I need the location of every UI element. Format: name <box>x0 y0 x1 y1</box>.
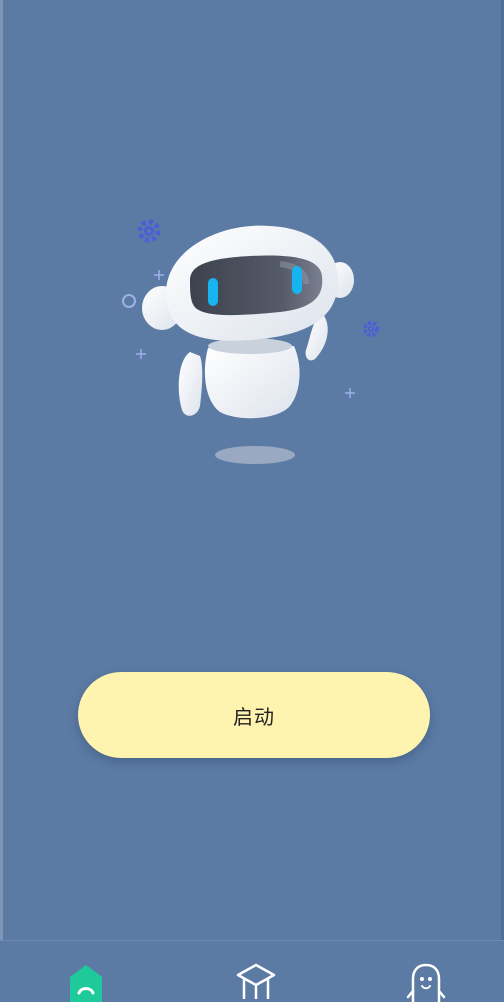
robot-mascot-icon <box>122 219 379 464</box>
gear-icon <box>137 219 161 243</box>
screen-edge-left <box>0 0 3 1002</box>
tab-learn[interactable] <box>232 959 280 1002</box>
start-button-label: 启动 <box>233 704 275 729</box>
plus-icon <box>154 270 164 280</box>
graduation-cap-icon <box>236 963 276 999</box>
start-button[interactable]: 启动 <box>78 672 430 758</box>
bottom-tab-bar <box>0 940 504 1002</box>
circle-icon <box>122 294 136 308</box>
plus-icon <box>345 388 355 398</box>
plus-icon <box>136 349 146 359</box>
robot-illustration <box>120 200 380 480</box>
tab-home[interactable] <box>62 959 110 1002</box>
app-screen: 启动 <box>0 0 504 1002</box>
tab-profile[interactable] <box>402 959 450 1002</box>
gear-icon <box>363 321 379 337</box>
home-icon <box>70 965 102 1002</box>
user-profile-icon <box>406 963 446 1002</box>
